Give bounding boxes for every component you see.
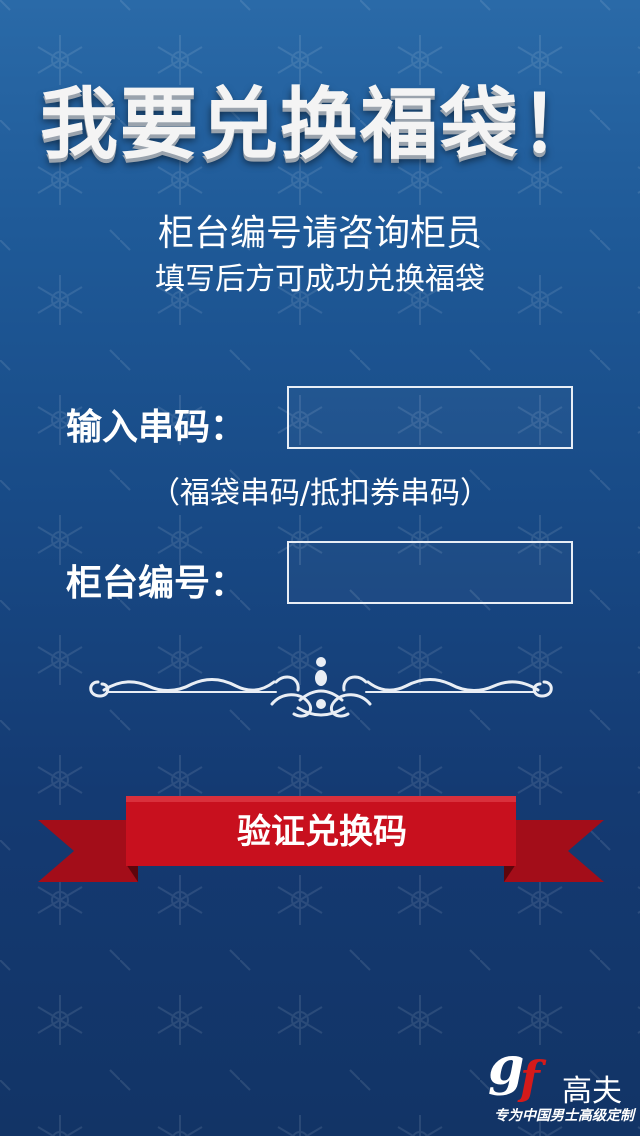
counter-number-input[interactable] bbox=[287, 541, 573, 604]
svg-text:g: g bbox=[488, 1038, 524, 1097]
instruction-line-1: 柜台编号请咨询柜员 bbox=[157, 213, 482, 254]
scroll-ornament-icon bbox=[89, 657, 553, 718]
instruction-line-2: 填写后方可成功兑换福袋 bbox=[155, 262, 485, 297]
serial-code-input[interactable] bbox=[287, 386, 573, 449]
gf-logo-icon: g f bbox=[488, 1038, 547, 1102]
svg-text:f: f bbox=[517, 1051, 547, 1102]
verify-code-button[interactable]: 验证兑换码 bbox=[126, 803, 518, 861]
counter-number-label: 柜台编号： bbox=[66, 563, 247, 604]
brand-tagline: 专为中国男士高级定制 bbox=[494, 1108, 634, 1124]
brand-name: 高夫 bbox=[562, 1074, 622, 1109]
page-title: 我要兑换福袋！ bbox=[39, 80, 600, 170]
serial-code-hint: （福袋串码/抵扣券串码） bbox=[149, 476, 491, 511]
serial-code-label: 输入串码： bbox=[66, 407, 247, 448]
